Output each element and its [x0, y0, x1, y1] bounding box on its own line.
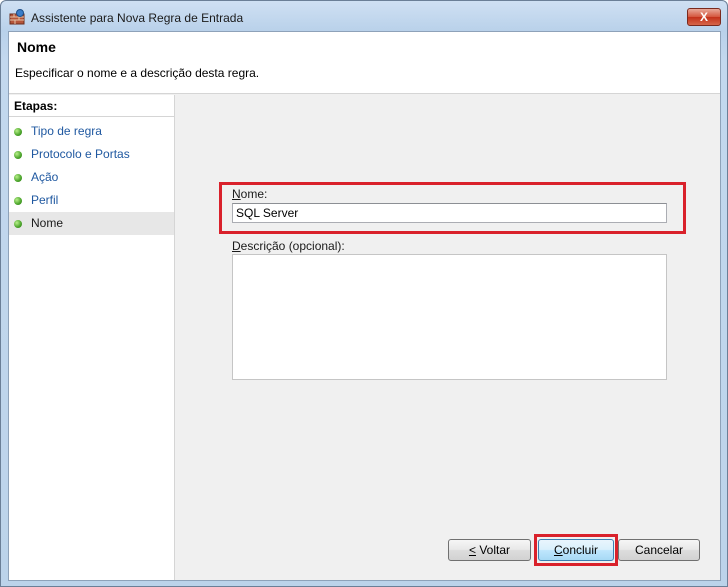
step-label: Ação	[31, 170, 59, 184]
close-button[interactable]: X	[687, 8, 721, 26]
name-input[interactable]	[232, 203, 667, 223]
steps-panel: Etapas: Tipo de regra Protocolo e Portas…	[9, 95, 175, 580]
step-status-icon	[14, 220, 22, 228]
step-status-icon	[14, 128, 22, 136]
step-item-acao[interactable]: Ação	[9, 166, 174, 189]
main-panel: Nome: Descrição (opcional): < Voltar Con…	[176, 95, 720, 580]
step-label: Perfil	[31, 193, 59, 207]
step-item-tipo-de-regra[interactable]: Tipo de regra	[9, 120, 174, 143]
firewall-icon	[9, 9, 25, 25]
window-title: Assistente para Nova Regra de Entrada	[31, 11, 244, 25]
page-description: Especificar o nome e a descrição desta r…	[15, 66, 260, 80]
name-label: Nome:	[232, 187, 267, 201]
name-label-mnemonic: N	[232, 187, 241, 201]
wizard-header: Nome Especificar o nome e a descrição de…	[9, 32, 720, 94]
back-button[interactable]: < Voltar	[448, 539, 531, 561]
cancel-button[interactable]: Cancelar	[618, 539, 700, 561]
title-bar[interactable]: Assistente para Nova Regra de Entrada X	[1, 1, 727, 31]
wizard-window: Assistente para Nova Regra de Entrada X …	[0, 0, 728, 587]
step-item-perfil[interactable]: Perfil	[9, 189, 174, 212]
step-label: Nome	[31, 216, 64, 230]
back-button-label: Voltar	[475, 543, 511, 557]
step-label: Tipo de regra	[31, 124, 102, 138]
steps-header: Etapas:	[9, 95, 175, 117]
step-status-icon	[14, 151, 22, 159]
finish-button-mnemonic: C	[553, 543, 563, 557]
description-label: Descrição (opcional):	[232, 239, 345, 253]
step-status-icon	[14, 197, 22, 205]
description-label-mnemonic: D	[232, 239, 241, 253]
step-label: Protocolo e Portas	[31, 147, 130, 161]
description-textarea[interactable]	[232, 254, 667, 380]
step-status-icon	[14, 174, 22, 182]
name-label-text: ome:	[240, 187, 268, 201]
step-item-protocolo-e-portas[interactable]: Protocolo e Portas	[9, 143, 174, 166]
steps-list: Tipo de regra Protocolo e Portas Ação Pe…	[9, 120, 174, 235]
back-button-mnemonic: <	[468, 543, 476, 557]
finish-button-label: oncluir	[562, 543, 599, 557]
page-title: Nome	[17, 39, 56, 55]
finish-button[interactable]: Concluir	[538, 539, 614, 561]
step-item-nome: Nome	[9, 212, 174, 235]
wizard-client: Nome Especificar o nome e a descrição de…	[8, 31, 721, 581]
description-label-text: escrição (opcional):	[240, 239, 345, 253]
